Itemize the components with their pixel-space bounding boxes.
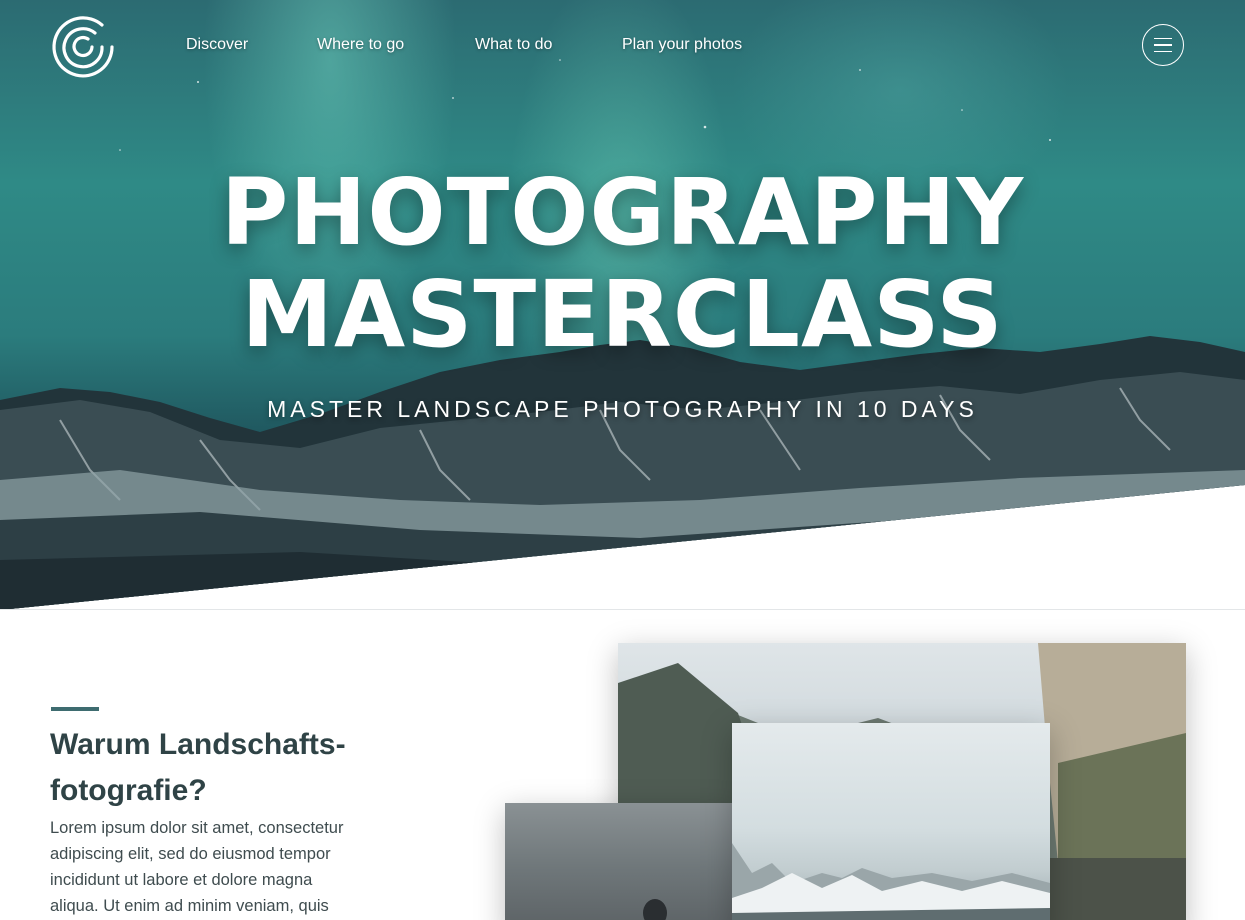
section-title-line1: Warum Landschafts- [50, 728, 346, 761]
concentric-circles-logo-icon[interactable] [50, 14, 116, 80]
section-title: Warum Landschafts- fotografie? [50, 722, 370, 814]
hero-title-line2: MASTERCLASS [241, 261, 1004, 368]
menu-line [1154, 50, 1172, 53]
photo-person-silhouette [505, 803, 735, 920]
nav-link-where-to-go[interactable]: Where to go [317, 36, 404, 54]
photo-snowy-peaks-art [732, 843, 1050, 920]
section-body-text: Lorem ipsum dolor sit amet, consectetur … [50, 819, 344, 915]
section-divider [0, 609, 1245, 610]
nav-link-what-to-do[interactable]: What to do [475, 36, 552, 54]
hero-title-line1: PHOTOGRAPHY [220, 159, 1025, 266]
photo-person-silhouette-art [643, 899, 667, 920]
section-title-line2: fotografie? [50, 774, 207, 807]
photo-snowy-peaks [732, 723, 1050, 920]
hamburger-menu-icon[interactable] [1142, 24, 1184, 66]
hero-subtitle: MASTER LANDSCAPE PHOTOGRAPHY IN 10 DAYS [267, 396, 978, 422]
nav-link-plan-your-photos[interactable]: Plan your photos [622, 36, 742, 54]
nav-link-discover[interactable]: Discover [186, 36, 248, 54]
section-accent-bar [51, 707, 99, 711]
hero-title: PHOTOGRAPHY MASTERCLASS [0, 162, 1245, 366]
menu-line [1154, 44, 1172, 46]
menu-line [1154, 37, 1172, 40]
